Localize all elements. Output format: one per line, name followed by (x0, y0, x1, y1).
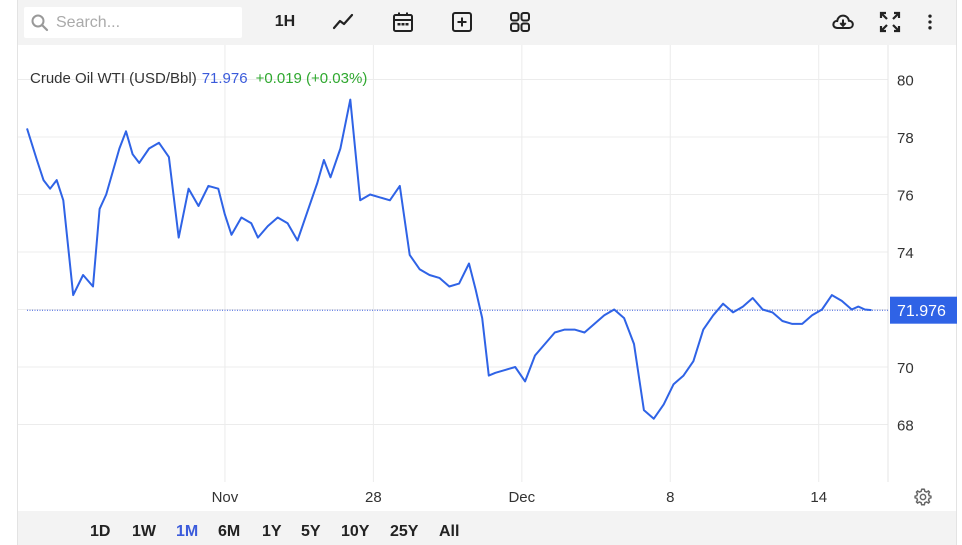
more-options-button[interactable] (920, 8, 940, 36)
y-tick-label: 70 (897, 360, 914, 377)
period-10y[interactable]: 10Y (341, 523, 369, 541)
cloud-download-icon (832, 14, 854, 29)
period-5y[interactable]: 5Y (301, 523, 321, 541)
fullscreen-icon (879, 11, 901, 33)
x-tick-label: 8 (666, 489, 674, 506)
y-tick-label: 78 (897, 130, 914, 147)
y-axis: 68 70 74 76 78 80 (897, 73, 914, 435)
period-selector: 1D 1W 1M 6M 1Y 5Y 10Y 25Y All (18, 511, 956, 545)
symbol-name: Crude Oil WTI (USD/Bbl) (30, 70, 197, 87)
x-tick-label: Dec (508, 489, 535, 506)
period-1y[interactable]: 1Y (262, 523, 282, 541)
gear-icon[interactable] (913, 487, 933, 507)
x-tick-label: 14 (810, 489, 827, 506)
y-tick-label: 74 (897, 245, 914, 262)
x-tick-label: Nov (212, 489, 239, 506)
grid-icon (510, 12, 530, 32)
current-price-label: 71.976 (890, 296, 957, 324)
price-chart[interactable]: 68 70 74 76 78 80 Nov 28 Dec 8 14 71.976 (0, 45, 962, 511)
period-1w[interactable]: 1W (132, 523, 156, 541)
search-input[interactable] (54, 12, 238, 33)
y-tick-label: 80 (897, 73, 914, 90)
search-icon (31, 14, 49, 31)
line-chart-button[interactable] (331, 8, 357, 36)
price-series-line (26, 98, 872, 420)
add-square-icon (452, 12, 472, 32)
period-25y[interactable]: 25Y (390, 523, 418, 541)
line-chart-icon (332, 13, 354, 30)
period-6m[interactable]: 6M (218, 523, 240, 541)
add-indicator-button[interactable] (449, 8, 475, 36)
period-1d[interactable]: 1D (90, 523, 110, 541)
fullscreen-button[interactable] (878, 8, 902, 36)
period-all[interactable]: All (439, 523, 459, 541)
x-tick-label: 28 (365, 489, 382, 506)
calendar-button[interactable] (390, 8, 416, 36)
x-axis: Nov 28 Dec 8 14 (212, 489, 827, 506)
y-tick-label: 76 (897, 188, 914, 205)
chart-grid (18, 45, 889, 482)
symbol-price: 71.976 (201, 70, 248, 87)
y-tick-label: 68 (897, 418, 914, 435)
toolbar: 1H (18, 0, 956, 45)
current-price-value: 71.976 (897, 303, 946, 320)
symbol-change: +0.019 (+0.03%) (255, 70, 368, 87)
search-box[interactable] (24, 7, 242, 38)
interval-button[interactable]: 1H (272, 8, 298, 36)
calendar-icon (393, 12, 413, 32)
period-1m[interactable]: 1M (176, 523, 198, 541)
chart-header: Crude Oil WTI (USD/Bbl) 71.976 +0.019 (+0.… (30, 70, 367, 87)
more-vertical-icon (928, 14, 932, 30)
download-button[interactable] (829, 8, 857, 36)
layout-grid-button[interactable] (507, 8, 533, 36)
